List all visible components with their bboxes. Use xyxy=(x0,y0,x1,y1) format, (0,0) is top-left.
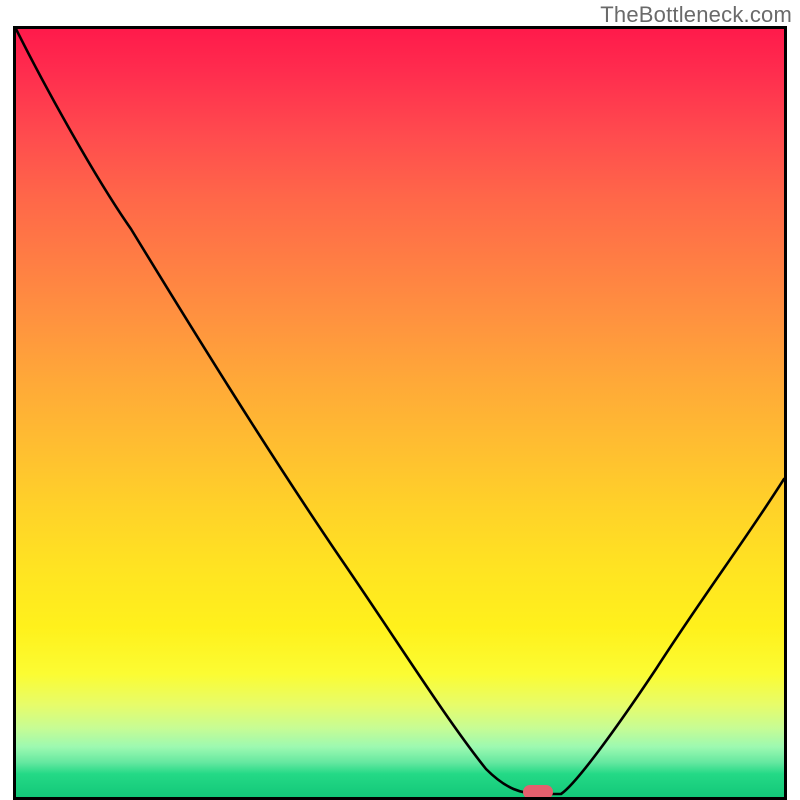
chart-plot-area xyxy=(13,26,787,800)
optimal-point-marker xyxy=(523,785,553,799)
bottleneck-curve-line xyxy=(16,29,784,794)
chart-curve-svg xyxy=(16,29,784,797)
watermark-text: TheBottleneck.com xyxy=(600,2,792,28)
